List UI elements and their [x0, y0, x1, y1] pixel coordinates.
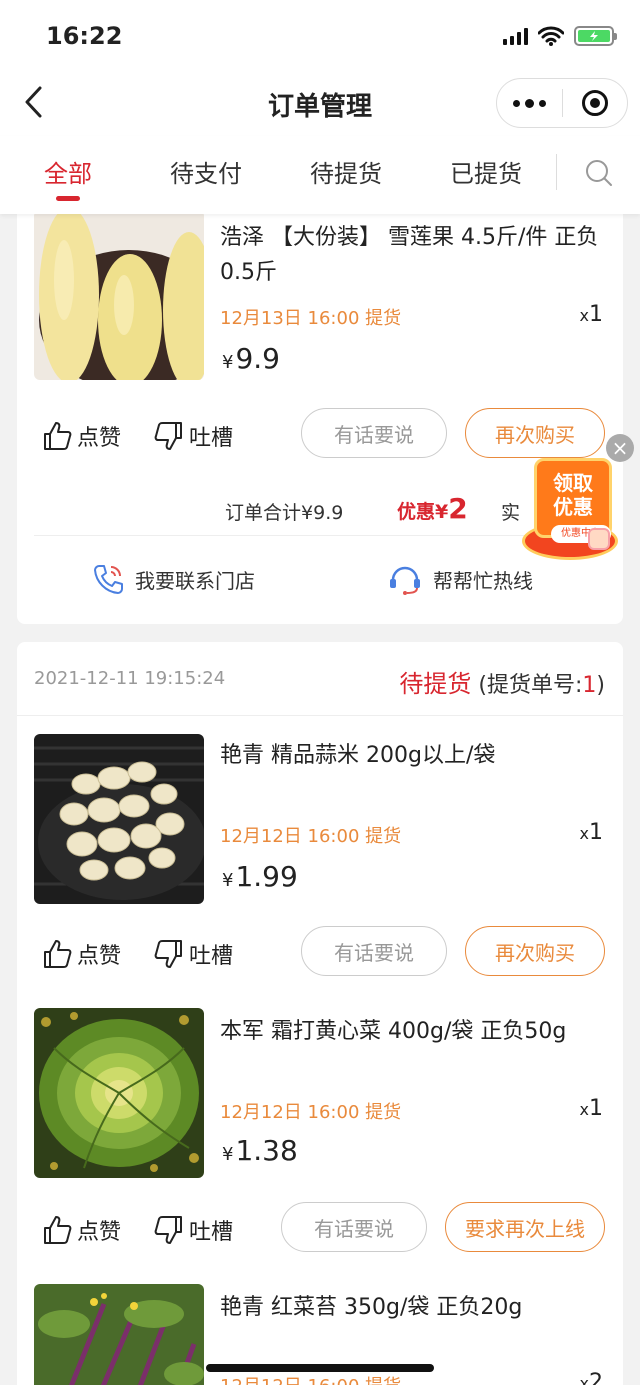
complain-button[interactable]: 吐槽	[153, 938, 233, 970]
tab-pending-pickup[interactable]: 待提货	[310, 154, 382, 189]
search-icon	[586, 160, 612, 186]
quantity: x1	[579, 820, 603, 845]
mini-program-capsule	[496, 78, 628, 128]
target-icon	[581, 90, 608, 116]
product-price: ¥1.99	[222, 860, 298, 893]
thumbs-up-icon	[44, 1216, 72, 1244]
hand-pointer-icon	[588, 528, 610, 550]
order-header: 2021-12-11 19:15:24 待提货 (提货单号:1)	[17, 642, 623, 716]
product-image[interactable]	[34, 1284, 204, 1385]
thumbs-up-icon	[44, 422, 72, 450]
tab-label: 已提货	[450, 160, 522, 188]
product-price: ¥1.38	[222, 1134, 298, 1167]
tab-label: 待支付	[170, 160, 242, 188]
comment-button[interactable]: 有话要说	[301, 408, 447, 458]
navigation-bar: 订单管理	[0, 70, 640, 136]
pickup-time: 12月12日 16:00 提货	[220, 1372, 401, 1385]
headset-icon	[390, 566, 420, 595]
battery-icon	[574, 26, 617, 46]
tab-picked-up[interactable]: 已提货	[450, 154, 522, 189]
request-relist-button[interactable]: 要求再次上线	[445, 1202, 605, 1252]
status-bar: 16:22	[0, 0, 640, 70]
item-action-row: 点赞 吐槽 有话要说 再次购买	[17, 926, 623, 978]
hotline-label: 帮帮忙热线	[433, 568, 533, 593]
thumbs-up-icon	[44, 940, 72, 968]
complain-label: 吐槽	[189, 426, 234, 451]
like-button[interactable]: 点赞	[41, 1214, 121, 1246]
thumbs-down-icon	[154, 1216, 182, 1244]
pickup-time: 12月12日 16:00 提货	[220, 826, 402, 847]
status-badge: 待提货	[399, 670, 472, 698]
complain-button[interactable]: 吐槽	[153, 420, 233, 452]
complain-label: 吐槽	[189, 1220, 234, 1245]
order-tabs: 全部 待支付 待提货 已提货	[0, 136, 640, 214]
tab-label: 待提货	[310, 160, 382, 188]
comment-button[interactable]: 有话要说	[281, 1202, 427, 1252]
rebuy-button[interactable]: 再次购买	[465, 408, 605, 458]
rebuy-button[interactable]: 再次购买	[465, 926, 605, 976]
order-discount: 优惠¥2	[397, 492, 468, 525]
paid-label: 实	[501, 502, 521, 524]
complain-button[interactable]: 吐槽	[153, 1214, 233, 1246]
quantity: x2	[579, 1370, 603, 1385]
pickup-number: (提货单号:1)	[478, 673, 605, 698]
comment-button[interactable]: 有话要说	[301, 926, 447, 976]
wifi-icon	[538, 26, 564, 46]
tab-pending-payment[interactable]: 待支付	[170, 154, 242, 189]
status-time: 16:22	[46, 22, 123, 50]
like-label: 点赞	[77, 426, 122, 451]
contact-store-label: 我要联系门店	[135, 568, 255, 593]
tab-all[interactable]: 全部	[44, 154, 92, 201]
product-price: ¥9.9	[222, 342, 280, 375]
order-card: 2021-12-11 19:15:24 待提货 (提货单号:1) 艳青 精品蒜米…	[17, 642, 623, 1385]
thumbs-down-icon	[154, 422, 182, 450]
order-timestamp: 2021-12-11 19:15:24	[34, 668, 226, 689]
phone-icon	[94, 565, 123, 594]
like-label: 点赞	[77, 944, 122, 969]
product-name: 本军 霜打黄心菜 400g/袋 正负50g	[220, 1019, 567, 1044]
coupon-center-button[interactable]: 领取 优惠 优惠中心	[520, 452, 620, 568]
product-name: 浩泽 【大份装】 雪莲果 4.5斤/件 正负0.5斤	[220, 225, 599, 285]
coupon-line2: 优惠	[553, 495, 593, 519]
more-options-button[interactable]	[497, 98, 562, 108]
active-tab-indicator	[56, 196, 80, 201]
contact-store-button[interactable]: 我要联系门店	[91, 562, 255, 596]
like-label: 点赞	[77, 1220, 122, 1245]
quantity: x1	[579, 302, 603, 327]
close-mini-program-button[interactable]	[563, 90, 628, 116]
search-button[interactable]	[584, 158, 614, 192]
thumbs-down-icon	[154, 940, 182, 968]
product-image[interactable]	[34, 734, 204, 904]
order-status: 待提货 (提货单号:1)	[399, 664, 605, 699]
product-image[interactable]	[34, 210, 204, 380]
cellular-signal-icon	[503, 27, 528, 45]
quantity: x1	[579, 1096, 603, 1121]
pickup-time: 12月12日 16:00 提货	[220, 1102, 402, 1123]
pickup-time: 12月13日 16:00 提货	[220, 308, 402, 329]
tab-label: 全部	[44, 160, 92, 188]
like-button[interactable]: 点赞	[41, 938, 121, 970]
complain-label: 吐槽	[189, 944, 234, 969]
home-indicator	[206, 1364, 434, 1372]
hotline-button[interactable]: 帮帮忙热线	[387, 562, 533, 596]
product-image[interactable]	[34, 1008, 204, 1178]
product-name: 艳青 红菜苔 350g/袋 正负20g	[220, 1295, 523, 1320]
order-total: 订单合计¥9.9	[225, 502, 344, 524]
product-name: 艳青 精品蒜米 200g以上/袋	[220, 743, 496, 768]
item-action-row: 点赞 吐槽 有话要说 要求再次上线	[17, 1202, 623, 1254]
like-button[interactable]: 点赞	[41, 420, 121, 452]
